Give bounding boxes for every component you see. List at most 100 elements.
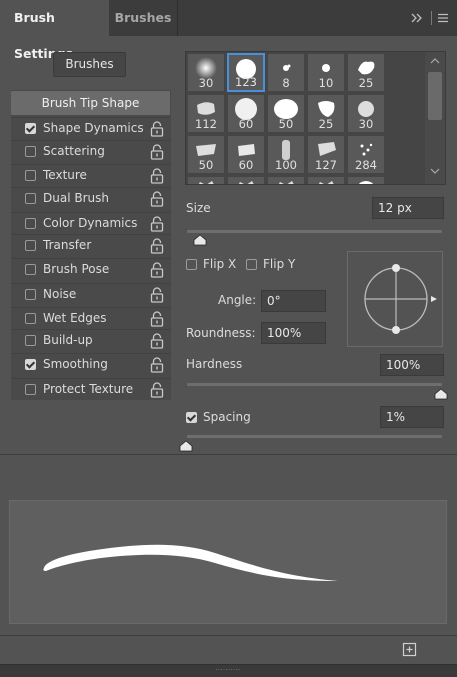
angle-input[interactable]: 0° (261, 290, 326, 312)
option-texture[interactable]: Texture (11, 164, 171, 187)
brush-preset-size: 8 (282, 76, 290, 90)
option-label: Transfer (43, 238, 92, 252)
option-shape-dynamics[interactable]: Shape Dynamics (11, 117, 171, 140)
brush-preset[interactable]: 100 (267, 135, 305, 174)
tab-brushes[interactable]: Brushes (109, 0, 178, 36)
brush-preset[interactable]: 25 (347, 53, 385, 92)
flip-x-checkbox[interactable] (186, 259, 197, 270)
brush-preset[interactable] (227, 176, 265, 184)
chevron-up-icon[interactable] (429, 56, 441, 66)
lock-open-icon[interactable] (150, 382, 164, 398)
brush-preset[interactable]: 8 (267, 53, 305, 92)
brush-preset-size: 123 (235, 75, 257, 89)
hardness-label: Hardness (186, 357, 243, 371)
lock-open-icon[interactable] (150, 311, 164, 327)
tab-brush-settings[interactable]: Brush Settings (0, 0, 109, 61)
brush-preset[interactable]: 112 (187, 94, 225, 133)
hardness-slider-track[interactable] (187, 383, 442, 386)
option-checkbox[interactable] (25, 193, 36, 204)
brush-preset-size: 25 (318, 117, 334, 131)
brush-preset[interactable] (347, 176, 385, 184)
option-checkbox[interactable] (25, 240, 36, 251)
roundness-label: Roundness: (186, 326, 256, 340)
brush-tip-icon (358, 181, 374, 184)
brush-preset-size: 50 (278, 117, 294, 131)
lock-open-icon[interactable] (150, 333, 164, 349)
option-checkbox[interactable] (25, 218, 36, 229)
option-label: Scattering (43, 144, 105, 158)
option-protect-texture[interactable]: Protect Texture (11, 378, 171, 401)
option-checkbox[interactable] (25, 359, 36, 370)
option-checkbox[interactable] (25, 264, 36, 275)
size-slider-track[interactable] (187, 230, 442, 233)
brush-preset[interactable]: 50 (267, 94, 305, 133)
option-wet-edges[interactable]: Wet Edges (11, 307, 171, 330)
brush-tip-shape-item[interactable]: Brush Tip Shape (11, 91, 170, 115)
brush-preset[interactable]: 10 (307, 53, 345, 92)
option-noise[interactable]: Noise (11, 283, 171, 306)
double-chevron-right-icon[interactable] (409, 10, 425, 26)
option-checkbox[interactable] (25, 384, 36, 395)
option-label: Protect Texture (43, 382, 134, 396)
spacing-slider-track[interactable] (187, 435, 442, 438)
brush-preset[interactable] (187, 176, 225, 184)
brush-preset-size: 60 (238, 158, 254, 172)
hardness-input[interactable]: 100% (380, 354, 444, 376)
option-checkbox[interactable] (25, 123, 36, 134)
option-smoothing[interactable]: Smoothing (11, 353, 171, 376)
option-build-up[interactable]: Build-up (11, 329, 171, 352)
option-checkbox[interactable] (25, 313, 36, 324)
brushes-button[interactable]: Brushes (53, 52, 126, 77)
lock-open-icon[interactable] (150, 262, 164, 278)
spacing-checkbox[interactable] (186, 412, 197, 423)
option-checkbox[interactable] (25, 146, 36, 157)
lock-open-icon[interactable] (150, 144, 164, 160)
brush-preset[interactable]: 25 (307, 94, 345, 133)
spacing-label: Spacing (203, 410, 251, 424)
brush-preset[interactable]: 123 (227, 53, 265, 92)
chevron-down-icon[interactable] (429, 166, 441, 176)
lock-open-icon[interactable] (150, 357, 164, 373)
brush-preset[interactable]: 284 (347, 135, 385, 174)
brush-preset[interactable]: 50 (187, 135, 225, 174)
hamburger-menu-icon[interactable] (437, 12, 449, 24)
spacing-slider-thumb[interactable] (179, 440, 193, 452)
option-brush-pose[interactable]: Brush Pose (11, 258, 171, 281)
brush-preset[interactable]: 60 (227, 135, 265, 174)
lock-open-icon[interactable] (150, 287, 164, 303)
hardness-slider-thumb[interactable] (434, 388, 448, 400)
brush-preset[interactable] (307, 176, 345, 184)
option-checkbox[interactable] (25, 289, 36, 300)
spacing-input[interactable]: 1% (380, 406, 444, 428)
lock-open-icon[interactable] (150, 121, 164, 137)
brush-preset-size: 100 (275, 158, 297, 172)
preview-divider (0, 454, 457, 455)
brush-preset[interactable]: 30 (347, 94, 385, 133)
option-checkbox[interactable] (25, 335, 36, 346)
lock-open-icon[interactable] (150, 238, 164, 254)
angle-label: Angle: (218, 293, 257, 307)
option-checkbox[interactable] (25, 170, 36, 181)
lock-open-icon[interactable] (150, 191, 164, 207)
brush-preset[interactable] (267, 176, 305, 184)
new-brush-preset-icon[interactable] (402, 642, 417, 657)
option-label: Noise (43, 287, 77, 301)
brush-preset[interactable]: 60 (227, 94, 265, 133)
size-input[interactable]: 12 px (372, 197, 444, 219)
option-transfer[interactable]: Transfer (11, 234, 171, 257)
brush-preset-size: 25 (358, 76, 374, 90)
lock-open-icon[interactable] (150, 216, 164, 232)
brush-preset-size: 112 (195, 117, 217, 131)
lock-open-icon[interactable] (150, 168, 164, 184)
option-dual-brush[interactable]: Dual Brush (11, 187, 171, 210)
option-color-dynamics[interactable]: Color Dynamics (11, 212, 171, 235)
size-label: Size (186, 201, 211, 215)
flip-y-checkbox[interactable] (246, 259, 257, 270)
option-scattering[interactable]: Scattering (11, 140, 171, 163)
angle-roundness-widget[interactable] (347, 251, 443, 347)
preset-scrollbar-thumb[interactable] (428, 72, 442, 120)
roundness-input[interactable]: 100% (261, 322, 326, 344)
brush-preset[interactable]: 30 (187, 53, 225, 92)
brush-preset[interactable]: 127 (307, 135, 345, 174)
size-slider-thumb[interactable] (193, 234, 207, 246)
